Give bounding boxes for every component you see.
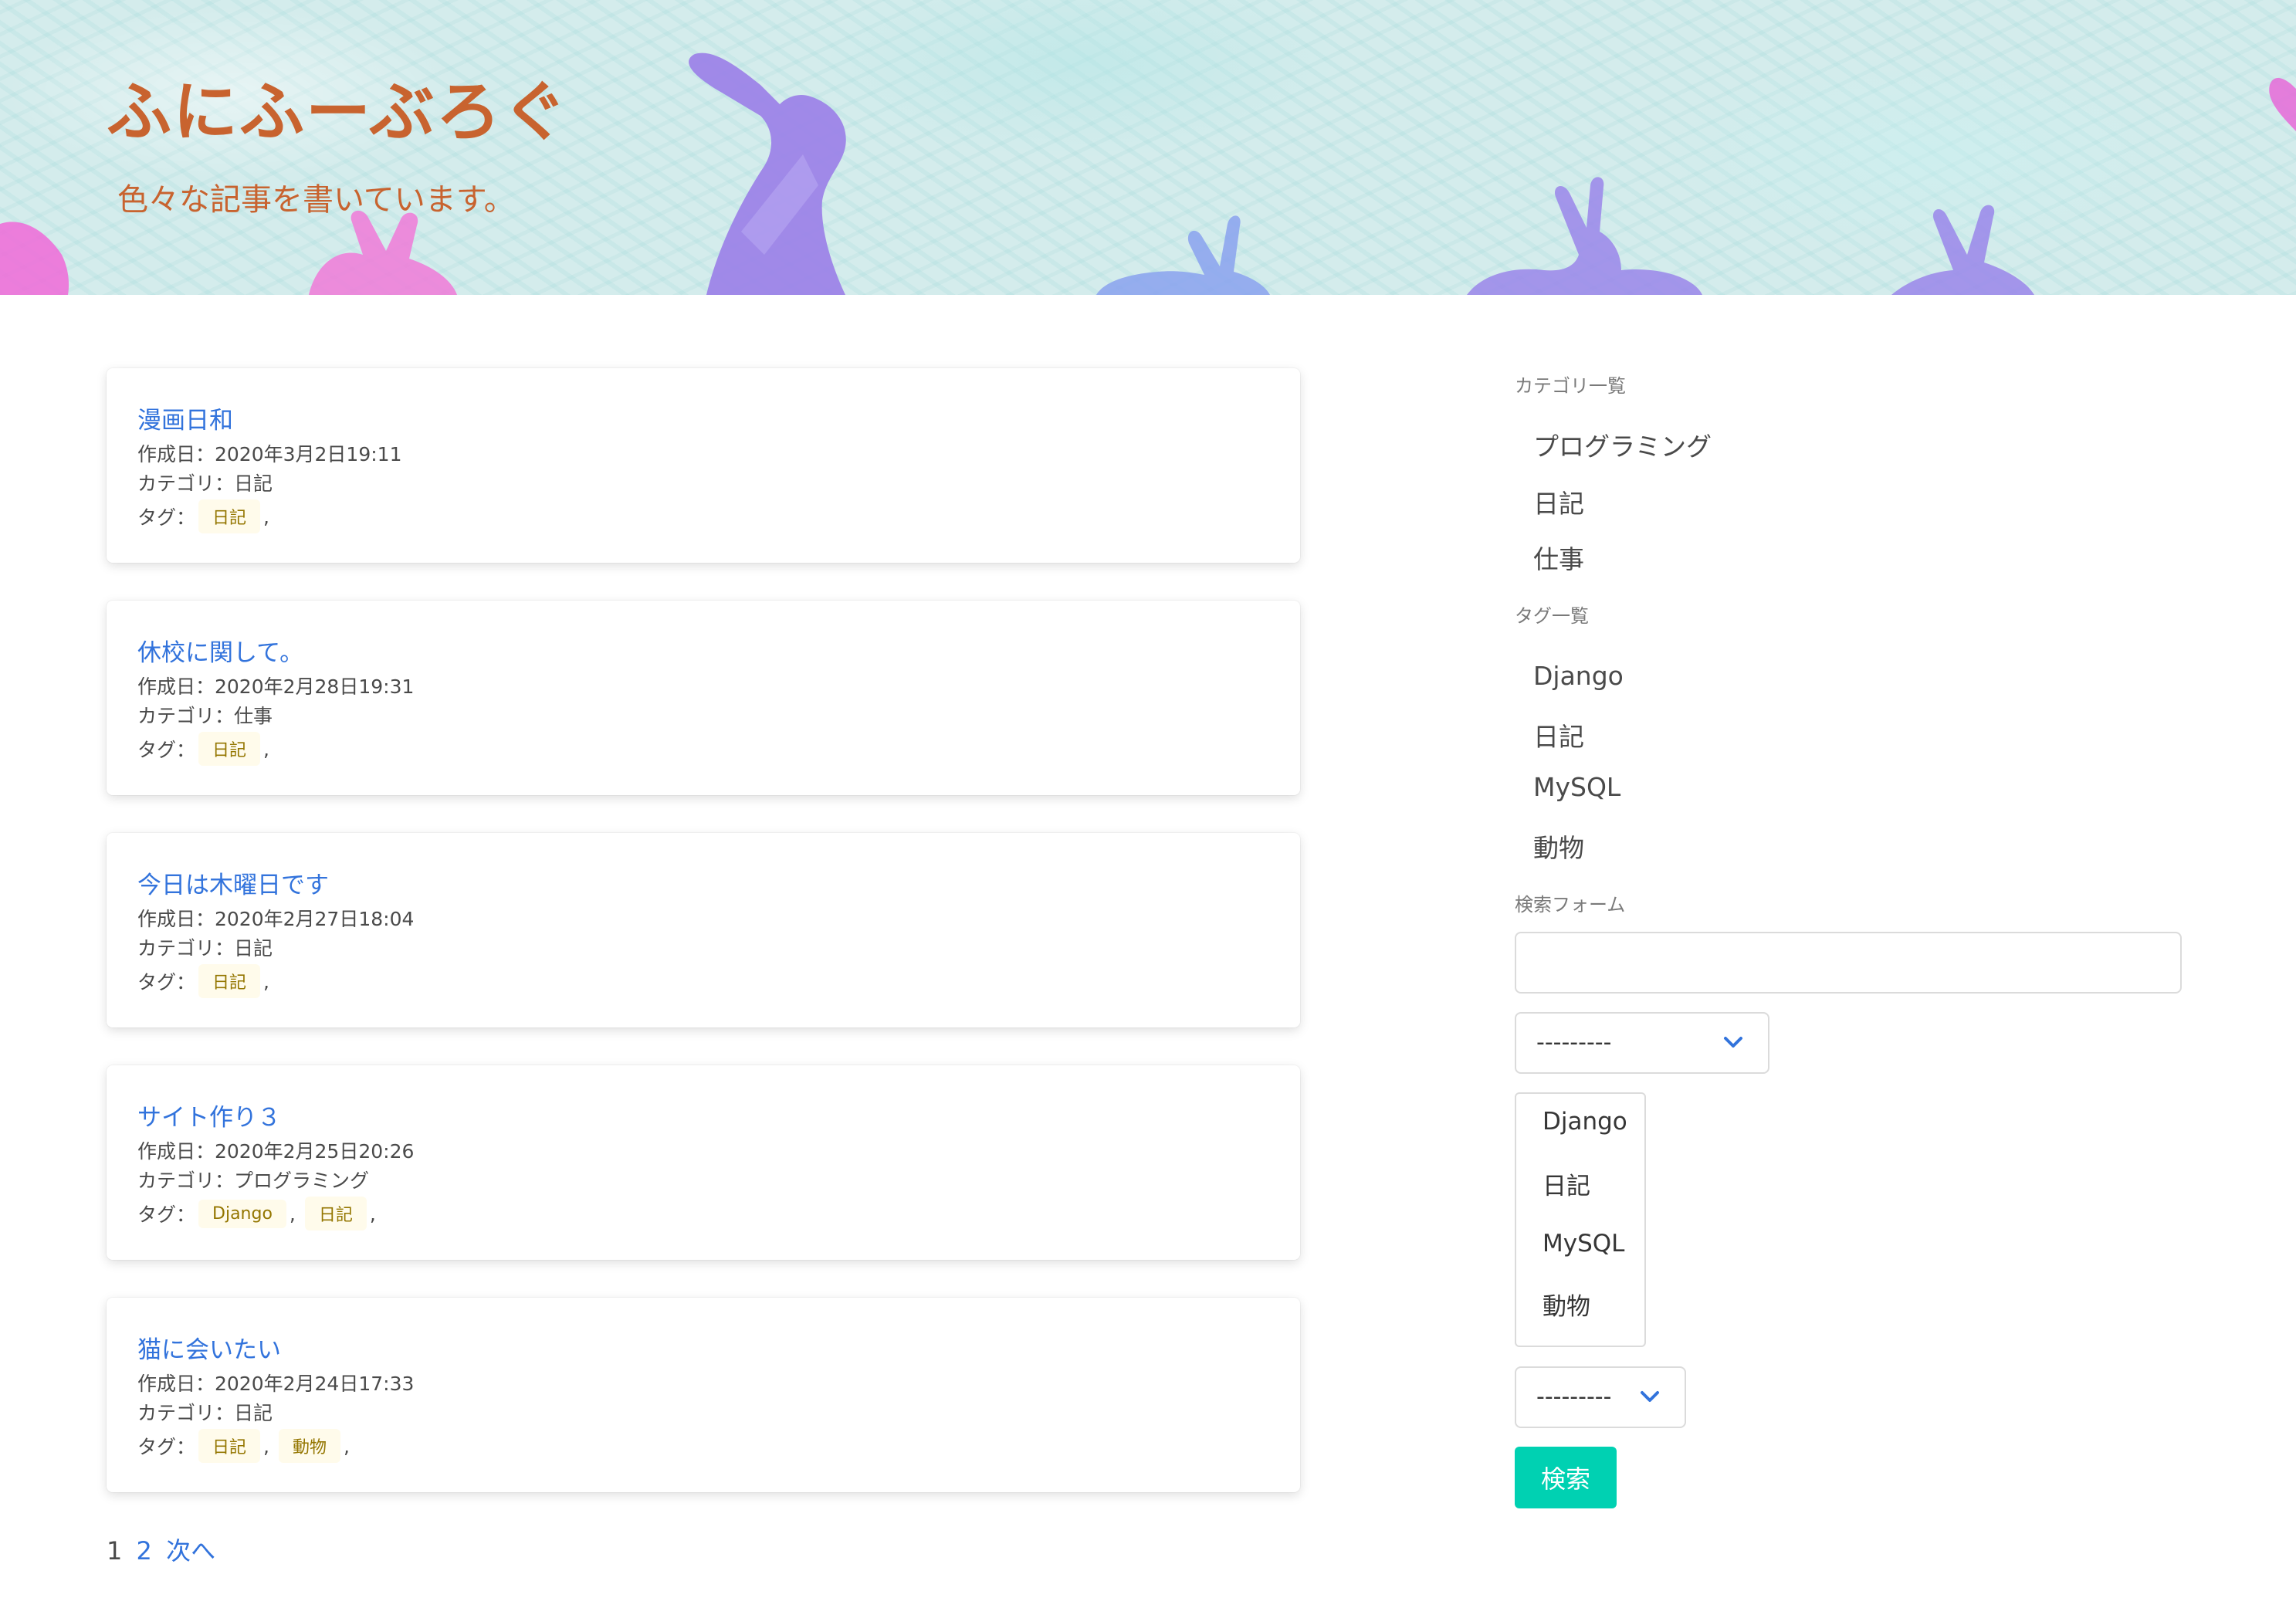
tag-chip[interactable]: Django <box>198 1199 286 1228</box>
chevron-down-icon <box>1722 1031 1745 1057</box>
post-card: 漫画日和 作成日：2020年3月2日19:11 カテゴリ：日記 タグ： 日記 , <box>107 368 1300 563</box>
tags-label: タグ： <box>137 971 196 994</box>
tag-chip[interactable]: 日記 <box>198 1429 261 1463</box>
post-tags: タグ： 日記 , <box>137 964 276 998</box>
tag-separator: , <box>263 505 269 528</box>
post-tags: タグ： Django , 日記 , <box>137 1197 382 1231</box>
search-button[interactable]: 検索 <box>1515 1447 1617 1508</box>
sidebar-tag-link[interactable]: MySQL <box>1533 772 1620 802</box>
post-tags: タグ： 日記 , <box>137 499 276 533</box>
sort-select[interactable]: --------- <box>1515 1366 1686 1428</box>
post-title-link[interactable]: サイト作り３ <box>137 1098 281 1132</box>
post-title-link[interactable]: 漫画日和 <box>137 401 233 435</box>
page-2-link[interactable]: 2 <box>137 1536 152 1566</box>
search-form-heading: 検索フォーム <box>1515 894 1626 916</box>
tag-chip[interactable]: 動物 <box>278 1429 340 1463</box>
site-title[interactable]: ふにふーぶろぐ <box>107 60 569 154</box>
tag-multi-select[interactable]: Django 日記 MySQL 動物 <box>1515 1092 1646 1347</box>
tags-label: タグ： <box>137 739 196 761</box>
tags-label: タグ： <box>137 506 196 529</box>
post-category: カテゴリ：仕事 <box>137 705 273 727</box>
multi-select-option[interactable]: MySQL <box>1543 1230 1624 1258</box>
tag-separator: , <box>289 1202 296 1225</box>
post-tags: タグ： 日記 , <box>137 732 276 766</box>
site-header: ふにふーぶろぐ 色々な記事を書いています。 <box>0 0 2296 295</box>
post-category: カテゴリ：日記 <box>137 937 273 960</box>
post-card: 今日は木曜日です 作成日：2020年2月27日18:04 カテゴリ：日記 タグ：… <box>107 833 1300 1027</box>
tag-separator: , <box>263 970 269 993</box>
post-card: サイト作り３ 作成日：2020年2月25日20:26 カテゴリ：プログラミング … <box>107 1065 1300 1260</box>
post-created-date: 作成日：2020年2月27日18:04 <box>137 908 415 930</box>
chevron-down-icon <box>1638 1385 1661 1411</box>
sort-select-value: --------- <box>1536 1383 1612 1410</box>
category-select-value: --------- <box>1536 1029 1612 1056</box>
search-input[interactable] <box>1515 932 2182 994</box>
next-page-link[interactable]: 次へ <box>166 1536 215 1566</box>
sidebar-category-link[interactable]: 日記 <box>1533 483 1584 520</box>
site-subtitle: 色々な記事を書いています。 <box>117 182 515 218</box>
sidebar-tag-link[interactable]: 動物 <box>1533 828 1584 865</box>
post-category: カテゴリ：日記 <box>137 472 273 495</box>
post-created-date: 作成日：2020年2月28日19:31 <box>137 675 415 698</box>
post-category: カテゴリ：プログラミング <box>137 1170 370 1192</box>
multi-select-option[interactable]: 動物 <box>1543 1287 1590 1322</box>
post-title-link[interactable]: 猫に会いたい <box>137 1330 281 1365</box>
post-card: 休校に関して。 作成日：2020年2月28日19:31 カテゴリ：仕事 タグ： … <box>107 601 1300 795</box>
post-category: カテゴリ：日記 <box>137 1402 273 1424</box>
post-created-date: 作成日：2020年2月25日20:26 <box>137 1140 415 1163</box>
current-page: 1 <box>107 1536 123 1566</box>
post-card: 猫に会いたい 作成日：2020年2月24日17:33 カテゴリ：日記 タグ： 日… <box>107 1298 1300 1492</box>
tag-separator: , <box>344 1434 350 1457</box>
sidebar-category-link[interactable]: 仕事 <box>1533 539 1584 576</box>
post-created-date: 作成日：2020年3月2日19:11 <box>137 443 402 465</box>
categories-heading: カテゴリ一覧 <box>1515 375 1626 397</box>
post-created-date: 作成日：2020年2月24日17:33 <box>137 1373 415 1395</box>
tag-chip[interactable]: 日記 <box>198 964 261 998</box>
tag-chip[interactable]: 日記 <box>198 732 261 766</box>
sidebar-tag-link[interactable]: Django <box>1533 661 1624 691</box>
multi-select-option[interactable]: 日記 <box>1543 1166 1590 1201</box>
tag-separator: , <box>263 737 269 760</box>
post-title-link[interactable]: 休校に関して。 <box>137 633 303 668</box>
tags-heading: タグ一覧 <box>1515 605 1589 627</box>
tags-label: タグ： <box>137 1203 196 1226</box>
tag-separator: , <box>369 1202 376 1225</box>
tag-separator: , <box>263 1434 269 1457</box>
post-title-link[interactable]: 今日は木曜日です <box>137 865 329 900</box>
category-select[interactable]: --------- <box>1515 1012 1769 1074</box>
tag-chip[interactable]: 日記 <box>198 499 261 533</box>
post-tags: タグ： 日記 , 動物 , <box>137 1429 356 1463</box>
multi-select-option[interactable]: Django <box>1543 1108 1627 1136</box>
tag-chip[interactable]: 日記 <box>304 1197 367 1231</box>
tags-label: タグ： <box>137 1436 196 1458</box>
pagination: 1 2 次へ <box>107 1532 215 1567</box>
sidebar-category-link[interactable]: プログラミング <box>1533 426 1712 463</box>
sidebar-tag-link[interactable]: 日記 <box>1533 716 1584 753</box>
